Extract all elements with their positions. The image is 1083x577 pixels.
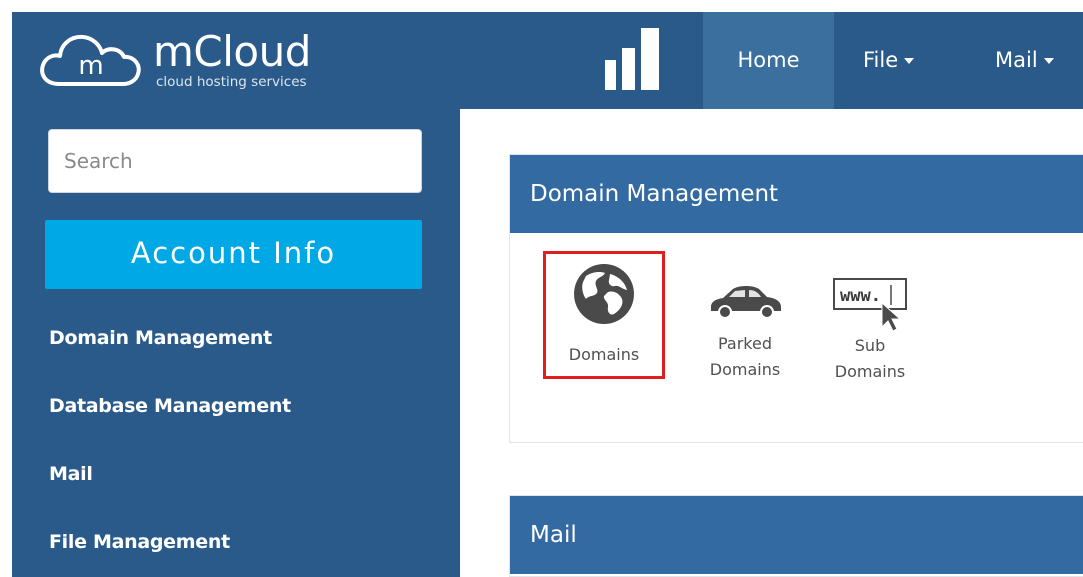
domain-management-panel: Domain Management Domains Parked Domains… (509, 154, 1083, 443)
parked-domains-label-line1: Parked (717, 334, 772, 353)
nav-home[interactable]: Home (703, 12, 834, 109)
caret-down-icon (1043, 58, 1054, 64)
nav-home-label: Home (737, 48, 800, 72)
car-icon (711, 286, 781, 319)
nav-file-dropdown[interactable]: File (863, 12, 915, 109)
nav-mail-dropdown[interactable]: Mail (995, 12, 1054, 109)
account-info-button[interactable]: Account Info (45, 220, 422, 289)
search-input[interactable]: Search (48, 129, 422, 193)
brand-logo[interactable]: m mCloud cloud hosting services (37, 24, 367, 94)
panel-title: Domain Management (510, 155, 1083, 233)
sidebar: Search Account Info Domain Management Da… (12, 109, 460, 577)
domains-tile[interactable]: Domains (543, 251, 665, 379)
sub-domains-label-line1: Sub (854, 336, 886, 355)
nav-file-label: File (863, 48, 899, 72)
parked-domains-tile[interactable]: Parked Domains (685, 251, 805, 383)
sidebar-item-domain-management[interactable]: Domain Management (49, 327, 272, 349)
sub-domains-tile[interactable]: www. Sub Domains (810, 251, 930, 385)
mail-panel: Mail (509, 495, 1083, 577)
svg-text:www.: www. (840, 286, 881, 306)
svg-text:m: m (78, 51, 103, 81)
domains-label: Domains (568, 345, 640, 364)
caret-down-icon (904, 58, 915, 64)
cloud-logo-icon: m (40, 34, 141, 86)
sidebar-item-file-management[interactable]: File Management (49, 531, 230, 553)
main-content: Domain Management Domains Parked Domains… (460, 109, 1083, 577)
www-cursor-icon: www. (833, 278, 907, 332)
search-placeholder: Search (64, 149, 133, 173)
app-screen: m mCloud cloud hosting services Home Fil… (12, 12, 1083, 577)
nav-mail-label: Mail (995, 48, 1038, 72)
sidebar-item-mail[interactable]: Mail (49, 463, 93, 485)
sidebar-item-database-management[interactable]: Database Management (49, 395, 291, 417)
panel-title: Mail (510, 496, 1083, 574)
brand-text: mCloud cloud hosting services (153, 27, 311, 91)
top-navbar: m mCloud cloud hosting services Home Fil… (12, 12, 1083, 109)
globe-icon (574, 264, 634, 324)
parked-domains-label-line2: Domains (709, 360, 781, 379)
brand-tagline: cloud hosting services (156, 74, 307, 90)
stats-bars-icon[interactable] (605, 28, 669, 90)
brand-name: mCloud (153, 27, 311, 76)
sub-domains-label-line2: Domains (834, 362, 906, 381)
